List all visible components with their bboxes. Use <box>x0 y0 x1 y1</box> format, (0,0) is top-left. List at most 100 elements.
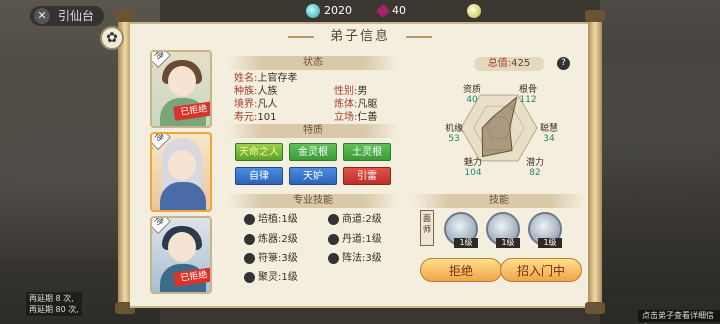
skill-cultivation: 培植:1级 <box>244 213 298 226</box>
fan-icon: ✿ <box>106 30 118 46</box>
realm-label: 境界: <box>234 99 258 110</box>
skills-heading: 专业技能 <box>228 194 398 208</box>
technique-slot[interactable]: 1级 <box>444 212 478 248</box>
disciple-portrait-3[interactable]: 待定 已拒绝 <box>150 216 212 294</box>
stance-label: 立场: <box>334 112 358 123</box>
leaf-icon <box>244 213 255 225</box>
help-icon[interactable]: ? <box>557 57 570 70</box>
gem-icon <box>375 3 391 19</box>
stat-value: 104 <box>464 168 482 178</box>
stat-aptitude: 资质 40 <box>452 85 492 105</box>
skill-level: 1级 <box>281 272 298 283</box>
status-heading: 状态 <box>228 56 398 70</box>
note-line: 再延期 8 次, <box>29 294 74 303</box>
page-title: 弟子信息 <box>329 29 390 44</box>
stat-label: 聪慧 <box>539 124 558 134</box>
coin-icon <box>467 4 481 18</box>
reject-button[interactable]: 拒绝 <box>420 258 502 282</box>
spirit-stone-icon <box>306 4 320 18</box>
stat-label: 资质 <box>462 85 481 95</box>
stat-label: 根骨 <box>518 85 537 95</box>
trait-tag[interactable]: 引雷 <box>343 167 391 185</box>
skill-label: 商道: <box>342 214 366 225</box>
stat-charm: 魅力 104 <box>453 158 493 178</box>
technique-level: 1级 <box>454 238 478 248</box>
stat-wisdom: 聪慧 34 <box>529 124 569 144</box>
back-button[interactable]: ✕ 引仙台 <box>30 6 105 26</box>
back-label: 引仙台 <box>58 9 95 23</box>
skill-formation: 阵法:3级 <box>328 252 382 265</box>
skill-label: 丹道: <box>342 234 366 245</box>
skill-forging: 炼器:2级 <box>244 233 298 246</box>
technique-slot[interactable]: 1级 <box>528 212 562 248</box>
disciple-portrait-2[interactable]: 待定 <box>150 132 212 212</box>
skill-label: 阵法: <box>342 253 366 264</box>
skill-label: 培植: <box>258 214 282 225</box>
note-line: 再延期 80 次, <box>29 305 79 314</box>
skill-level: 2级 <box>365 214 382 225</box>
technique-level: 1级 <box>496 238 520 248</box>
skill-level: 1级 <box>365 234 382 245</box>
realm-row: 境界:凡人 <box>234 98 277 111</box>
robe <box>160 182 206 210</box>
lifespan-value: 101 <box>257 112 277 123</box>
techniques-badge: 面师 <box>420 210 434 246</box>
skill-label: 炼器: <box>258 234 282 245</box>
close-fan-button[interactable]: ✿ <box>100 26 124 50</box>
lifespan-row: 寿元:101 <box>234 111 276 124</box>
race-label: 种族: <box>234 86 258 97</box>
stat-value: 34 <box>543 134 555 144</box>
name-row: 姓名:上官存孝 <box>234 72 297 85</box>
currency-value: 40 <box>392 4 406 17</box>
array-icon <box>328 252 339 264</box>
stat-value: 112 <box>519 95 537 105</box>
recruit-button[interactable]: 招入门中 <box>500 258 582 282</box>
gender-row: 性别:男 <box>334 85 367 98</box>
currency-spirit-stone: 2020 <box>306 3 352 19</box>
skill-level: 2级 <box>281 234 298 245</box>
body-row: 炼体:凡躯 <box>334 98 377 111</box>
skill-alchemy: 丹道:1级 <box>328 233 382 246</box>
skill-gathering: 聚灵:1级 <box>244 271 298 284</box>
stat-value: 40 <box>466 95 478 105</box>
trait-tag[interactable]: 天妒 <box>289 167 337 185</box>
gender-label: 性别: <box>334 86 358 97</box>
bottom-left-note: 再延期 8 次, 再延期 80 次, <box>26 292 82 316</box>
disciple-portrait-1[interactable]: 待定 已拒绝 <box>150 50 212 128</box>
stat-fortune: 机缘 53 <box>434 124 474 144</box>
stat-label: 潜力 <box>525 158 544 168</box>
hint-text: 点击弟子查看详细信息 <box>638 310 720 324</box>
skill-commerce: 商道:2级 <box>328 213 382 226</box>
lifespan-label: 寿元: <box>234 112 258 123</box>
hammer-icon <box>244 233 255 245</box>
trait-tag[interactable]: 金灵根 <box>289 143 337 161</box>
technique-slot[interactable]: 1级 <box>486 212 520 248</box>
traits-heading: 特质 <box>228 124 398 138</box>
face <box>168 66 196 96</box>
body-value: 凡躯 <box>357 99 378 110</box>
trait-tag[interactable]: 自律 <box>235 167 283 185</box>
stat-label: 机缘 <box>444 124 463 134</box>
race-value: 人族 <box>257 86 278 97</box>
stat-potential: 潜力 82 <box>515 158 555 178</box>
cauldron-icon <box>328 233 339 245</box>
total-label: 总值: <box>487 58 512 69</box>
currency-value: 2020 <box>324 4 352 17</box>
stat-label: 魅力 <box>463 158 482 168</box>
currency-coin <box>467 3 485 19</box>
trait-tag[interactable]: 土灵根 <box>343 143 391 161</box>
stat-bone: 根骨 112 <box>508 85 548 105</box>
trait-tag[interactable]: 天命之人 <box>235 143 283 161</box>
skill-level: 1级 <box>281 214 298 225</box>
total-value: 总值:425 <box>474 57 544 71</box>
face <box>168 150 196 180</box>
stat-value: 53 <box>448 134 460 144</box>
total-number: 425 <box>511 58 531 69</box>
spirit-icon <box>244 271 255 283</box>
realm-value: 凡人 <box>257 99 278 110</box>
skill-level: 3级 <box>281 253 298 264</box>
race-row: 种族:人族 <box>234 85 277 98</box>
skill-level: 3级 <box>365 253 382 264</box>
talisman-icon <box>244 252 255 264</box>
skill-talisman: 符箓:3级 <box>244 252 298 265</box>
